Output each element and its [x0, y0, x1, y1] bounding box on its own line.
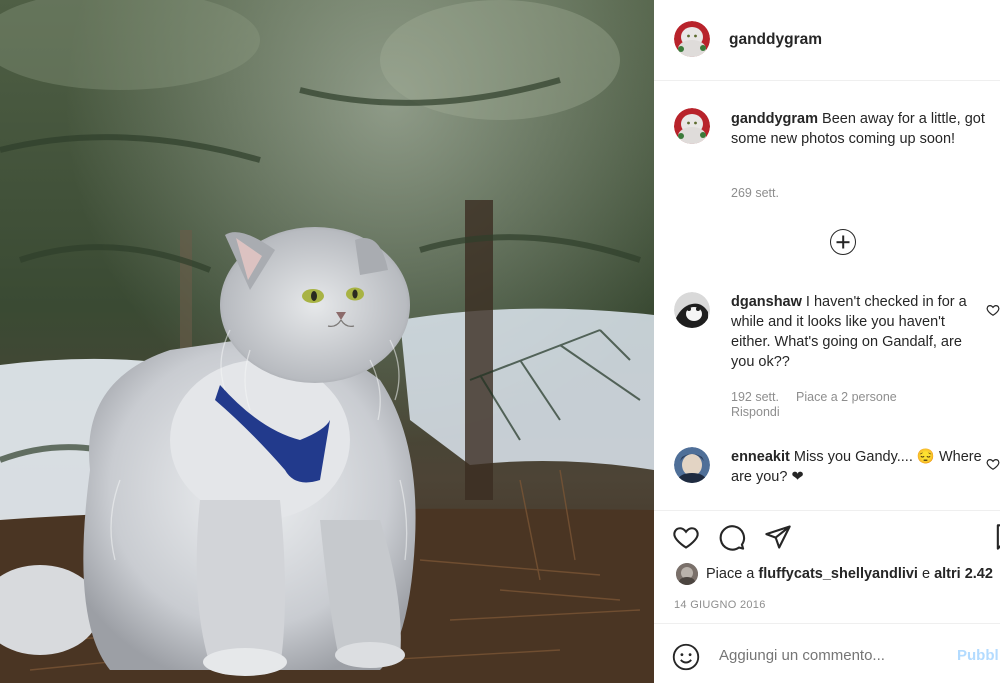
reply-button[interactable]: Rispondi — [731, 405, 780, 419]
comment-time[interactable]: 192 sett. — [731, 390, 779, 404]
likes-prefix: Piace a — [706, 566, 759, 582]
comment-like-icon[interactable] — [986, 457, 1000, 471]
owner-username[interactable]: ganddygram — [729, 31, 822, 49]
liker-avatar — [676, 563, 698, 585]
post-header: ganddygram — [654, 0, 1000, 81]
caption-text: ganddygram Been away for a little, got s… — [731, 109, 986, 149]
bookmark-icon[interactable] — [992, 523, 1000, 551]
post-actions: Piace a fluffycats_shellyandlivi e altri… — [654, 510, 1000, 683]
caption-avatar[interactable] — [674, 108, 710, 144]
likes-others[interactable]: altri 2.42 — [934, 566, 993, 582]
comment-like-icon[interactable] — [986, 303, 1000, 317]
emoji-icon[interactable] — [672, 643, 700, 671]
comment-avatar[interactable] — [674, 292, 710, 328]
comment-item: dganshaw I haven't checked in for a whil… — [654, 290, 1000, 430]
comment-text: enneakit Miss you Gandy.... 😔 Where are … — [731, 447, 986, 487]
comment-text: dganshaw I haven't checked in for a whil… — [731, 292, 986, 372]
share-icon[interactable] — [764, 523, 792, 551]
caption-username[interactable]: ganddygram — [731, 111, 818, 127]
comment-username[interactable]: dganshaw — [731, 294, 802, 310]
comment-input[interactable] — [719, 647, 939, 664]
comment-icon[interactable] — [718, 523, 746, 551]
caption-time[interactable]: 269 sett. — [731, 186, 779, 200]
comment-likes[interactable]: Piace a 2 persone — [796, 390, 897, 404]
comment-item: enneakit Miss you Gandy.... 😔 Where are … — [654, 445, 1000, 505]
post-sidebar: ganddygram ganddygram Been away for a li… — [654, 0, 1000, 683]
owner-avatar[interactable] — [674, 21, 710, 57]
liker-username[interactable]: fluffycats_shellyandlivi — [758, 566, 918, 582]
add-comment-bar: Pubbl — [654, 623, 1000, 683]
likes-middle: e — [917, 566, 935, 582]
post-date[interactable]: 14 GIUGNO 2016 — [674, 599, 766, 611]
comment-username[interactable]: enneakit — [731, 449, 790, 465]
persian-cat-photo — [0, 0, 654, 683]
publish-button[interactable]: Pubbl — [957, 647, 999, 664]
post-image[interactable] — [0, 0, 654, 683]
load-more-comments-button[interactable] — [830, 229, 856, 255]
comment-avatar[interactable] — [674, 447, 710, 483]
heart-icon[interactable] — [672, 523, 700, 551]
